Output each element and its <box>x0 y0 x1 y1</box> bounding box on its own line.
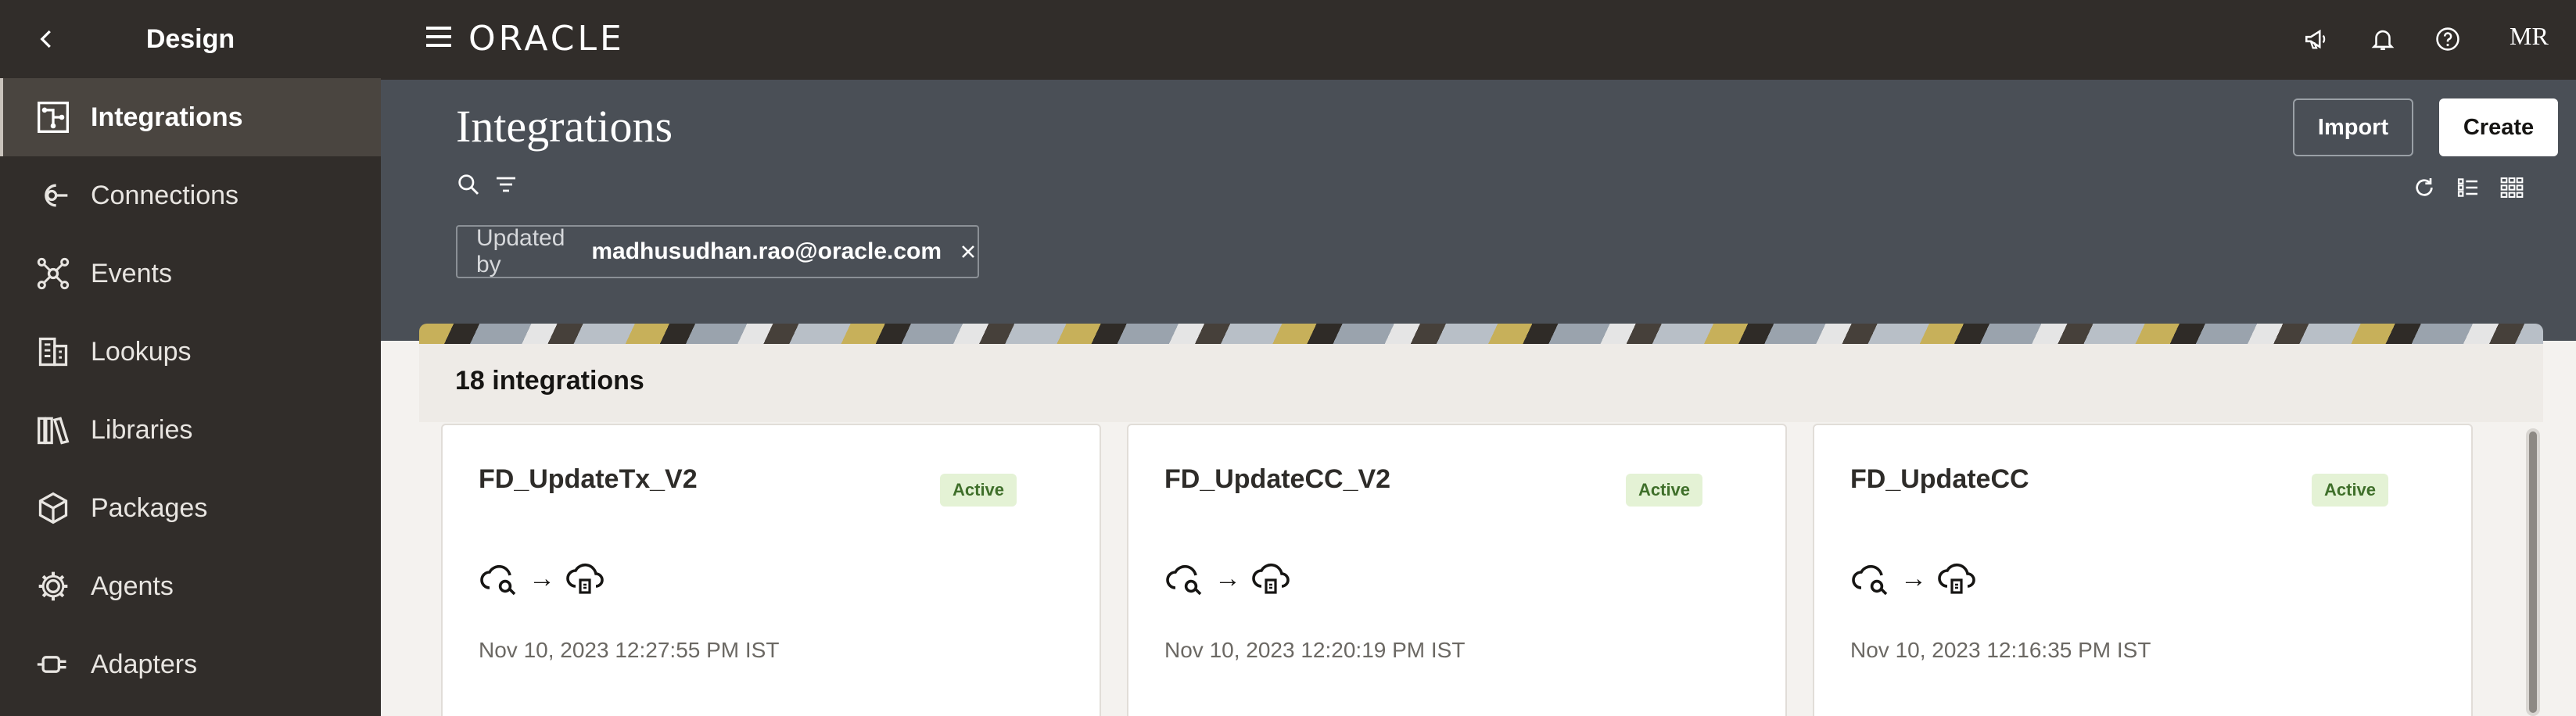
decorative-banner <box>419 324 2543 344</box>
integration-flow: → <box>479 558 605 599</box>
sidebar-item-integrations[interactable]: Integrations <box>0 78 381 156</box>
sidebar-item-label: Integrations <box>91 102 243 132</box>
top-bar: ORACLE MR <box>381 0 2576 80</box>
integration-name[interactable]: FD_UpdateCC_V2 <box>1164 464 1390 495</box>
integration-card[interactable]: FD_UpdateCC_V2 Active → Nov 10, 2023 12:… <box>1127 424 1787 716</box>
page-header: Integrations Import Create Updated by ma… <box>381 80 2576 341</box>
hamburger-menu-icon[interactable] <box>426 27 451 50</box>
announcements-icon[interactable] <box>2299 22 2334 56</box>
integration-flow: → <box>1850 558 1977 599</box>
user-avatar[interactable]: MR <box>2510 22 2549 51</box>
lookups-icon <box>34 333 72 371</box>
integrations-count: 18 integrations <box>455 366 644 396</box>
sidebar: Design Integrations Connections Events L… <box>0 0 381 716</box>
sidebar-item-adapters[interactable]: Adapters <box>0 625 381 703</box>
events-icon <box>34 255 72 292</box>
integration-card[interactable]: FD_UpdateCC Active → Nov 10, 2023 12:16:… <box>1813 424 2473 716</box>
cloud-trigger-icon <box>480 564 516 596</box>
sidebar-item-events[interactable]: Events <box>0 234 381 313</box>
sidebar-item-packages[interactable]: Packages <box>0 469 381 547</box>
import-button[interactable]: Import <box>2293 98 2413 156</box>
cloud-app-icon <box>1252 563 1290 594</box>
sidebar-item-label: Adapters <box>91 649 198 679</box>
grid-view-icon[interactable] <box>2496 172 2528 203</box>
arrow-right-icon: → <box>1214 563 1241 593</box>
filter-chip-value: madhusudhan.rao@oracle.com <box>591 238 942 264</box>
sidebar-header: Design <box>0 0 381 78</box>
status-badge: Active <box>940 474 1017 507</box>
integration-name[interactable]: FD_UpdateCC <box>1850 464 2029 495</box>
packages-icon <box>34 489 72 527</box>
sidebar-item-label: Events <box>91 258 172 288</box>
sidebar-item-connections[interactable]: Connections <box>0 156 381 234</box>
last-updated: Nov 10, 2023 12:16:35 PM IST <box>1850 638 2151 662</box>
notifications-bell-icon[interactable] <box>2366 22 2400 56</box>
cloud-app-icon <box>566 563 604 594</box>
status-badge: Active <box>2312 474 2389 507</box>
create-button[interactable]: Create <box>2439 98 2558 156</box>
adapters-icon <box>34 646 72 683</box>
cards-scrollbar[interactable] <box>2526 428 2540 716</box>
sidebar-item-label: Packages <box>91 492 208 523</box>
agents-icon <box>34 567 72 605</box>
arrow-right-icon: → <box>1900 563 1927 593</box>
filter-chip-label: Updated by <box>476 225 565 277</box>
search-icon[interactable] <box>453 169 484 200</box>
integration-flow: → <box>1164 558 1291 599</box>
sidebar-item-label: Libraries <box>91 414 193 445</box>
filter-chip-updated-by[interactable]: Updated by madhusudhan.rao@oracle.com <box>456 225 979 278</box>
sidebar-item-lookups[interactable]: Lookups <box>0 313 381 391</box>
scrollbar-thumb[interactable] <box>2529 431 2537 713</box>
libraries-icon <box>34 411 72 449</box>
sidebar-item-label: Agents <box>91 571 174 601</box>
last-updated: Nov 10, 2023 12:20:19 PM IST <box>1164 638 1466 662</box>
cloud-trigger-icon <box>1852 564 1888 596</box>
integrations-icon <box>34 98 72 136</box>
connections-icon <box>34 177 72 214</box>
list-view-icon[interactable] <box>2452 172 2484 203</box>
page-title: Integrations <box>456 101 673 152</box>
cloud-app-icon <box>1938 563 1975 594</box>
sidebar-item-agents[interactable]: Agents <box>0 547 381 625</box>
sidebar-item-libraries[interactable]: Libraries <box>0 391 381 469</box>
integration-name[interactable]: FD_UpdateTx_V2 <box>479 464 698 495</box>
sidebar-item-label: Connections <box>91 180 239 210</box>
back-icon[interactable] <box>28 20 66 58</box>
last-updated: Nov 10, 2023 12:27:55 PM IST <box>479 638 780 662</box>
help-icon[interactable] <box>2431 22 2465 56</box>
status-badge: Active <box>1626 474 1703 507</box>
filter-icon[interactable] <box>490 169 522 200</box>
arrow-right-icon: → <box>529 563 555 593</box>
refresh-icon[interactable] <box>2409 172 2440 203</box>
oracle-logo[interactable]: ORACLE <box>468 19 625 59</box>
results-bar <box>419 344 2543 422</box>
remove-filter-icon[interactable] <box>959 241 978 263</box>
integration-card[interactable]: FD_UpdateTx_V2 Active → Nov 10, 2023 12:… <box>441 424 1101 716</box>
cloud-trigger-icon <box>1166 564 1202 596</box>
sidebar-item-label: Lookups <box>91 336 192 367</box>
